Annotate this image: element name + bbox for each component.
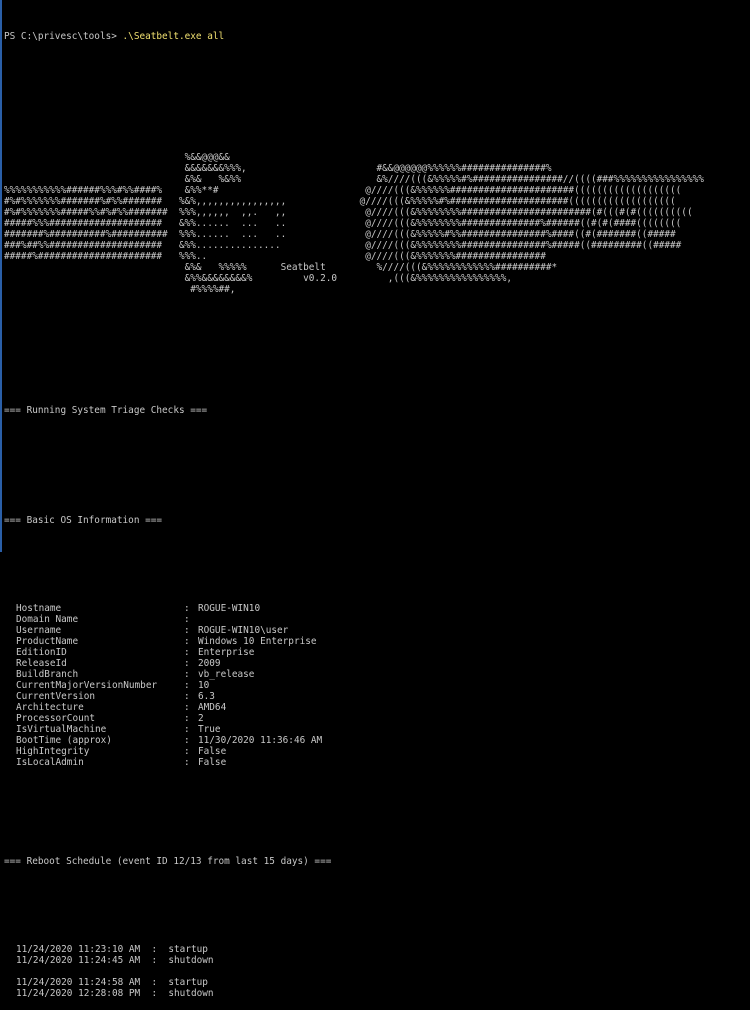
os-info-key: Hostname <box>16 603 62 614</box>
os-info-row: CurrentMajorVersionNumber:10 <box>4 680 746 691</box>
os-info-row: ProductName: Windows 10 Enterprise <box>4 636 746 647</box>
banner-line: &%%&&&&&&&&% v0.2.0 ,(((&%%%%%%%%%%%%%%%… <box>4 273 512 284</box>
os-info-key: BuildBranch <box>16 669 79 680</box>
seatbelt-ascii-banner: %&&@@@&& &&&&&&&%%%, #&&@@@@@@%%%%%%####… <box>4 152 746 295</box>
os-info-row: Hostname: ROGUE-WIN10 <box>4 603 746 614</box>
os-info-value: ROGUE-WIN10 <box>198 603 261 614</box>
os-info-separator: : <box>184 746 190 757</box>
os-info-separator: : <box>184 680 190 691</box>
os-info-value: AMD64 <box>198 702 227 713</box>
os-info-key: ProcessorCount <box>16 713 96 724</box>
os-info-value: False <box>198 746 227 757</box>
os-info-key: ReleaseId <box>16 658 67 669</box>
os-info-value: Windows 10 Enterprise <box>198 636 317 647</box>
os-info-separator: : <box>184 702 190 713</box>
os-info-row: CurrentVersion:6.3 <box>4 691 746 702</box>
os-info-separator: : <box>184 691 190 702</box>
os-info-list: Hostname: ROGUE-WIN10 Domain Name: Username… <box>4 603 746 768</box>
os-info-key: IsLocalAdmin <box>16 757 84 768</box>
os-info-row: IsLocalAdmin: False <box>4 757 746 768</box>
os-info-separator: : <box>184 669 190 680</box>
triage-section-header: === Running System Triage Checks === <box>4 405 208 416</box>
banner-line: ###%##%%#################### &%%........… <box>4 240 682 251</box>
os-info-value: ROGUE-WIN10\user <box>198 625 289 636</box>
os-info-row: ReleaseId:2009 <box>4 658 746 669</box>
banner-line: %&&@@@&& <box>4 152 693 163</box>
os-info-row: Username: ROGUE-WIN10\user <box>4 625 746 636</box>
os-info-row: Domain Name: <box>4 614 746 625</box>
os-info-separator: : <box>184 713 190 724</box>
reboot-event: 11/24/2020 11:24:45 AM : shutdown <box>16 955 214 966</box>
reboot-event: 11/24/2020 11:23:10 AM : startup <box>16 944 208 955</box>
reboot-event-list: 11/24/2020 11:23:10 AM : startup 11/24/20… <box>4 944 746 999</box>
os-info-separator: : <box>184 636 190 647</box>
os-info-value: False <box>198 757 227 768</box>
os-info-value: 6.3 <box>198 691 215 702</box>
os-info-row: HighIntegrity: False <box>4 746 746 757</box>
os-info-value: Enterprise <box>198 647 255 658</box>
os-info-row: EditionID: Enterprise <box>4 647 746 658</box>
banner-line: #%#%%%%%%%#####%%#%#%%####### %%%,,,,,, … <box>4 207 693 218</box>
prompt-text: PS C:\privesc\tools> <box>4 31 123 42</box>
os-info-value: 10 <box>198 680 210 691</box>
banner-line: #######%##########%########## %%%...... … <box>4 229 676 240</box>
reboot-schedule-header: === Reboot Schedule (event ID 12/13 from… <box>4 856 332 867</box>
os-info-separator: : <box>184 735 190 746</box>
banner-line: #%%%%##, <box>4 284 236 295</box>
banner-line: &%& %&%% &%////(((&%%%%%#%##############… <box>4 174 704 185</box>
os-info-key: BootTime (approx) <box>16 735 112 746</box>
banner-line: &&&&&&&%%%, #&&@@@@@@%%%%%%#############… <box>4 163 682 174</box>
os-info-row: Architecture: AMD64 <box>4 702 746 713</box>
os-info-value: True <box>198 724 221 735</box>
os-info-key: CurrentVersion <box>16 691 96 702</box>
os-info-value: 2009 <box>198 658 221 669</box>
os-info-key: Username <box>16 625 62 636</box>
banner-line: #####%%%#################### &%%...... .… <box>4 218 682 229</box>
os-info-value: 11/30/2020 11:36:46 AM <box>198 735 323 746</box>
os-info-separator: : <box>184 603 190 614</box>
os-info-row: ProcessorCount:2 <box>4 713 746 724</box>
os-info-separator: : <box>184 614 190 625</box>
banner-line: &%& %%%%% Seatbelt %////(((&%%%%%%%%%%%%… <box>4 262 558 273</box>
reboot-event: 11/24/2020 12:28:08 PM : shutdown <box>16 988 214 999</box>
os-info-separator: : <box>184 658 190 669</box>
os-info-separator: : <box>184 757 190 768</box>
banner-line: #%#%%%%%%%#######%#%%####### %&%,,,,,,,,… <box>4 196 676 207</box>
os-info-section-header: === Basic OS Information === <box>4 515 163 526</box>
command-text: .\Seatbelt.exe all <box>122 31 225 42</box>
banner-line: #####%###################### %%%.. @////… <box>4 251 546 262</box>
os-info-key: EditionID <box>16 647 67 658</box>
os-info-key: ProductName <box>16 636 79 647</box>
os-info-row: BootTime (approx):11/30/2020 11:36:46 AM <box>4 735 746 746</box>
os-info-separator: : <box>184 724 190 735</box>
os-info-key: Domain Name <box>16 614 79 625</box>
powershell-console[interactable]: PS C:\privesc\tools> .\Seatbelt.exe all … <box>4 9 746 1010</box>
os-info-key: IsVirtualMachine <box>16 724 107 735</box>
reboot-event: 11/24/2020 11:24:58 AM : startup <box>16 977 208 988</box>
os-info-separator: : <box>184 625 190 636</box>
os-info-row: BuildBranch: vb_release <box>4 669 746 680</box>
os-info-key: CurrentMajorVersionNumber <box>16 680 158 691</box>
command-prompt-line: PS C:\privesc\tools> .\Seatbelt.exe all <box>4 31 746 42</box>
os-info-value: vb_release <box>198 669 255 680</box>
banner-line: %%%%%%%%%%%######%%%#%%####% &%%**# @///… <box>4 185 682 196</box>
os-info-value: 2 <box>198 713 204 724</box>
os-info-key: Architecture <box>16 702 84 713</box>
os-info-key: HighIntegrity <box>16 746 90 757</box>
window-left-edge <box>0 0 2 552</box>
os-info-separator: : <box>184 647 190 658</box>
os-info-row: IsVirtualMachine: True <box>4 724 746 735</box>
